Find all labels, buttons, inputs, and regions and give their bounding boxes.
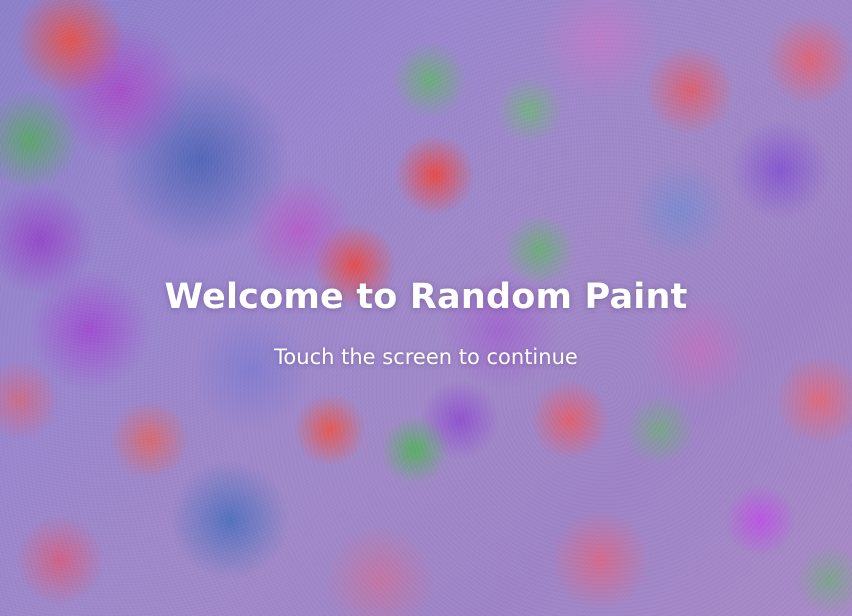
continue-prompt: Touch the screen to continue <box>274 345 578 369</box>
welcome-screen[interactable]: Welcome to Random Paint Touch the screen… <box>0 0 852 616</box>
welcome-overlay: Welcome to Random Paint Touch the screen… <box>0 0 852 616</box>
welcome-title: Welcome to Random Paint <box>164 277 688 317</box>
